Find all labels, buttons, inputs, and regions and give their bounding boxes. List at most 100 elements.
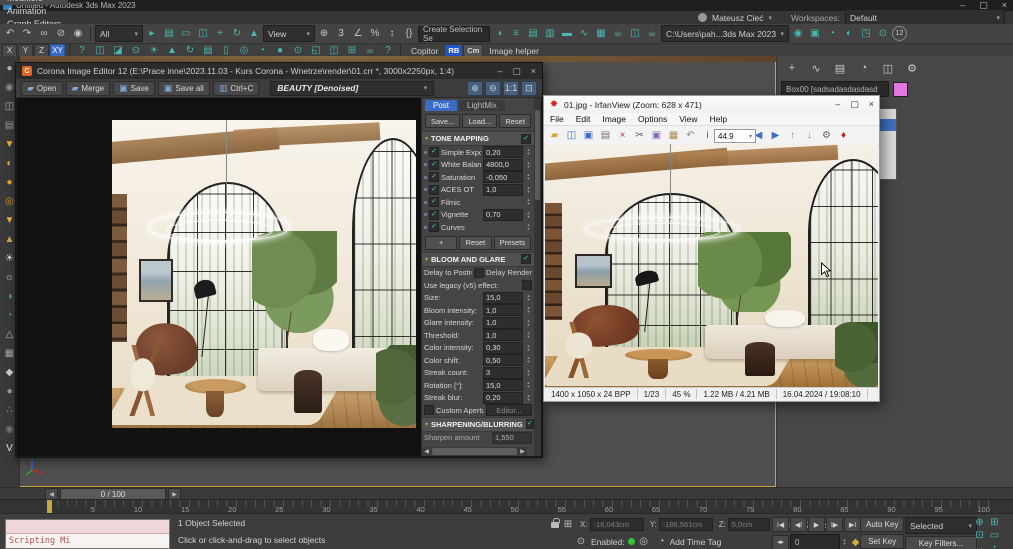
clock-12-icon[interactable]: 12 — [892, 26, 907, 41]
key-mode-toggle[interactable]: ◂▸ — [772, 535, 789, 549]
isolate-icon[interactable]: ⊙ — [875, 26, 891, 41]
save-all-button[interactable]: ▣Save all — [158, 81, 210, 96]
zoom-extents-icon[interactable]: ⊡ — [972, 529, 987, 542]
walk-icon[interactable]: ↕ — [987, 542, 1002, 549]
xy-constraint-icon[interactable]: ? — [74, 45, 90, 57]
row-checkbox[interactable]: ✓ — [429, 210, 439, 220]
crossing-selection-icon[interactable]: ◫ — [195, 26, 211, 41]
close-icon[interactable]: × — [531, 66, 536, 77]
select-scale-icon[interactable]: ▲ — [246, 26, 262, 41]
spinner-snap-icon[interactable]: ↕ — [384, 26, 400, 41]
delay-checkbox[interactable] — [474, 268, 484, 278]
select-by-name-icon[interactable]: ▤ — [161, 26, 177, 41]
reference-coordinate-dropdown[interactable]: View▾ — [263, 25, 315, 42]
menu-item[interactable]: Options — [632, 114, 673, 124]
row-value-field[interactable]: 0,20 — [483, 392, 523, 404]
track-dot-icon[interactable] — [424, 163, 427, 166]
aperture-editor-button[interactable]: Editor... — [486, 404, 532, 416]
select-move-icon[interactable]: + — [212, 26, 228, 41]
selection-lock-icon[interactable] — [551, 522, 559, 528]
curve-editor-icon[interactable]: ∿ — [576, 26, 592, 41]
user-account-menu[interactable]: Mateusz Cieć — [712, 13, 764, 23]
maximize-icon[interactable]: ▢ — [512, 66, 521, 77]
track-dot-icon[interactable] — [424, 151, 427, 154]
modify-tab-icon[interactable]: ∿ — [807, 60, 825, 76]
redo-icon[interactable]: ↷ — [19, 26, 35, 41]
bloom-glare-header[interactable]: ▾BLOOM AND GLARE ✓ — [422, 252, 534, 267]
named-selection-input[interactable]: Create Selection Se — [418, 26, 490, 42]
render-iterative-icon[interactable]: ◉ — [790, 26, 806, 41]
close-icon[interactable]: × — [869, 99, 874, 110]
grid-tool-icon[interactable]: ⊞ — [344, 45, 360, 57]
door-tool-icon[interactable]: ▯ — [218, 45, 234, 57]
row-value-field[interactable]: 0,70 — [483, 209, 523, 221]
snap-toggle-3d-icon[interactable]: 3 — [333, 26, 349, 41]
go-to-start-button[interactable]: I◀ — [772, 517, 789, 532]
rb-script-button[interactable]: RB — [445, 45, 462, 56]
help-circle-icon[interactable]: ? — [380, 45, 396, 57]
percent-snap-icon[interactable]: % — [367, 26, 383, 41]
zoom-out-icon[interactable]: ⊖ — [485, 81, 501, 96]
modifier-stack-sliver[interactable] — [878, 108, 897, 180]
y-coord-field[interactable]: -186,561cm — [659, 518, 713, 531]
slideshow-icon[interactable]: ◫ — [564, 128, 579, 143]
panel-tool-icon[interactable]: ◱ — [308, 45, 324, 57]
sharpening-header[interactable]: ▾SHARPENING/BLURRING ✓ — [422, 417, 534, 432]
save-icon[interactable]: ▣ — [581, 128, 596, 143]
row-checkbox[interactable]: ✓ — [429, 147, 439, 157]
legacy-checkbox[interactable] — [522, 280, 532, 290]
tone-mapping-header[interactable]: ▾TONE MAPPING ✓ — [422, 131, 534, 146]
menu-item[interactable]: Image — [596, 114, 632, 124]
select-and-link-icon[interactable]: ∞ — [36, 26, 52, 41]
load-preset-button[interactable]: Load... — [462, 114, 497, 128]
undo-icon[interactable]: ↶ — [2, 26, 18, 41]
render-production-icon[interactable]: ☕ — [644, 26, 660, 41]
angle-snap-icon[interactable]: ∠ — [350, 26, 366, 41]
row-value-field[interactable]: 0,20 — [483, 146, 523, 158]
row-checkbox[interactable]: ✓ — [429, 160, 439, 170]
custom-aperture-checkbox[interactable] — [424, 405, 434, 415]
merge-button[interactable]: ▰Merge — [66, 81, 111, 96]
row-spinner[interactable]: ▴▾ — [525, 161, 532, 169]
menu-item[interactable]: Edit — [570, 114, 597, 124]
row-value-field[interactable]: 1,0 — [483, 329, 523, 341]
menu-item[interactable]: Help — [704, 114, 733, 124]
sphere-doc-icon[interactable]: ◔ — [254, 45, 270, 57]
maxscript-mini-listener[interactable]: Scripting Mi — [5, 519, 170, 549]
render-region-icon[interactable]: ▣ — [807, 26, 823, 41]
mirror-icon[interactable]: ◑ — [491, 26, 507, 41]
row-spinner[interactable]: ▴▾ — [525, 211, 532, 219]
row-spinner[interactable]: ▴▾ — [525, 356, 532, 364]
create-tab-icon[interactable]: + — [783, 60, 801, 76]
previous-frame-button[interactable]: ◀I — [790, 517, 807, 532]
set-key-button[interactable]: Set Key — [860, 534, 904, 549]
row-value-field[interactable]: 15,0 — [483, 292, 523, 304]
camera-tool-icon[interactable]: ◫ — [92, 45, 108, 57]
copitor-button[interactable]: Copitor — [405, 46, 444, 56]
rendered-frame-icon[interactable]: ◫ — [627, 26, 643, 41]
row-value-field[interactable]: 0,30 — [483, 342, 523, 354]
delay-render-button[interactable]: Delay Render — [486, 268, 532, 277]
zoom-fit-icon[interactable]: ⊡ — [521, 81, 537, 96]
auto-key-button[interactable]: Auto Key — [860, 517, 904, 532]
torus-tool-icon[interactable]: ◎ — [236, 45, 252, 57]
maximize-icon[interactable]: ▢ — [850, 99, 859, 110]
cut-icon[interactable]: ✂ — [632, 128, 647, 143]
tab-lightmix[interactable]: LightMix — [459, 100, 505, 111]
named-selection-sets-icon[interactable]: {} — [401, 26, 417, 41]
display-tab-icon[interactable]: ◫ — [879, 60, 897, 76]
zoom-percent-combo[interactable]: 44.9▾ — [714, 129, 756, 143]
corona-rendered-image[interactable] — [112, 120, 416, 428]
reset-tone-button[interactable]: Reset — [459, 236, 491, 250]
row-spinner[interactable]: ▴▾ — [525, 148, 532, 156]
row-value-field[interactable]: 3 — [483, 367, 523, 379]
row-value-field[interactable]: 1,0 — [483, 184, 523, 196]
row-checkbox[interactable]: ✓ — [429, 222, 439, 232]
bind-to-spacewarp-icon[interactable]: ◉ — [70, 26, 86, 41]
utilities-tab-icon[interactable]: ⚙ — [903, 60, 921, 76]
track-dot-icon[interactable] — [424, 176, 427, 179]
open-folder-icon[interactable]: ▰ — [547, 128, 562, 143]
add-operator-button[interactable]: + — [425, 236, 457, 250]
row-checkbox[interactable]: ✓ — [429, 172, 439, 182]
selection-filter-dropdown[interactable]: All▾ — [95, 25, 143, 42]
